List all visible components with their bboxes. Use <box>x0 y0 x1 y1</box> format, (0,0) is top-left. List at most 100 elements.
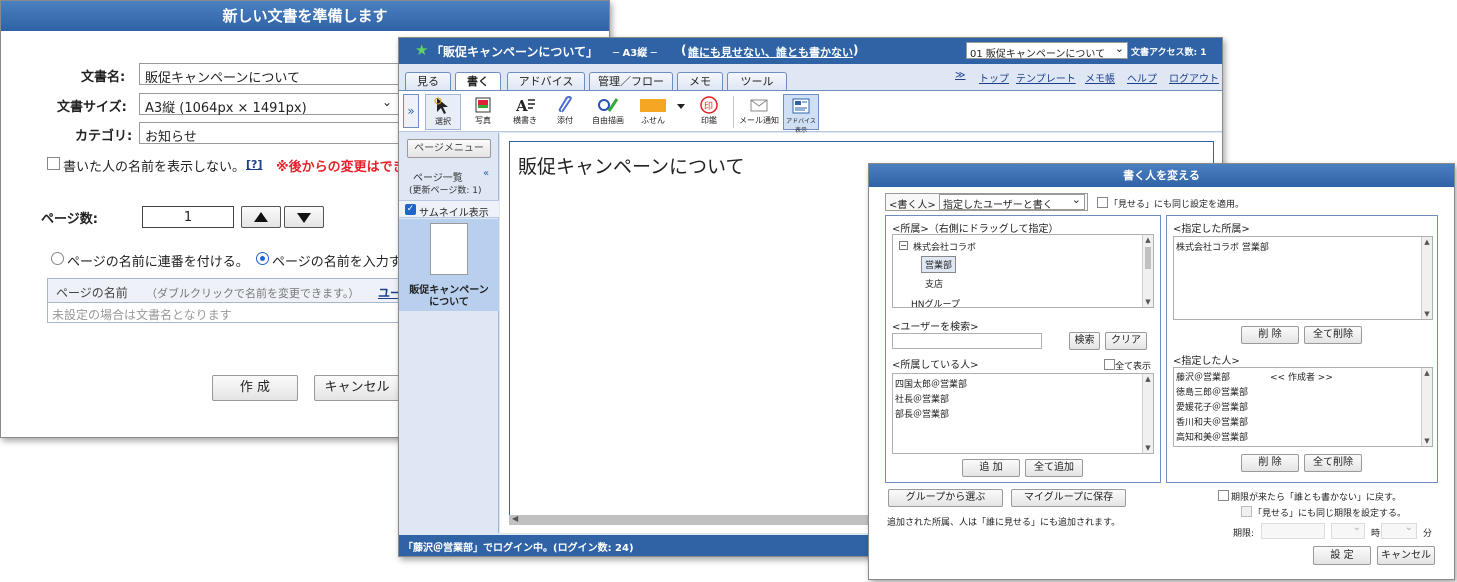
deadline-minute-select[interactable]: ⌄ <box>1381 522 1417 539</box>
tree-node-sales[interactable]: 営業部 <box>921 256 957 273</box>
page-sidebar: ページメニュー « ページ一覧 (更新ページ数: 1) ✓ サムネイル表示 販促… <box>399 133 499 533</box>
deadline-date-input[interactable] <box>1261 523 1325 539</box>
nav-template-link[interactable]: テンプレート <box>1016 70 1076 85</box>
doc-switch-select[interactable]: 01 販促キャンペーンについて ⌄ <box>966 42 1128 60</box>
selected-person-item[interactable]: 香川和夫＠営業部 <box>1176 415 1248 428</box>
help-link[interactable]: [?] <box>246 158 262 171</box>
collapse-toolbar-button[interactable]: » <box>403 94 419 128</box>
tool-stamp[interactable]: 印 印鑑 <box>691 94 727 130</box>
tab-memo[interactable]: メモ <box>677 72 723 90</box>
writer-select[interactable]: 指定したユーザーと書く ⌄ <box>939 193 1085 211</box>
tool-photo[interactable]: 写真 <box>465 94 501 130</box>
radio-input[interactable] <box>256 252 269 265</box>
tool-mail-notify-label: メール通知 <box>739 116 779 125</box>
same-setting-checkbox[interactable] <box>1097 197 1108 208</box>
tree-collapse-icon[interactable]: − <box>899 241 908 250</box>
user-search-input[interactable] <box>892 333 1042 349</box>
tab-advice[interactable]: アドバイス <box>507 72 585 90</box>
tool-select[interactable]: 選択 <box>425 94 461 130</box>
page-thumbnail-item[interactable]: 販促キャンペーン について <box>399 219 499 311</box>
nav-help-link[interactable]: ヘルプ <box>1127 70 1157 85</box>
tool-horizontal-text[interactable]: A 横書き <box>507 94 543 130</box>
radio-serial[interactable] <box>51 252 64 265</box>
cancel-button[interactable]: キャンセル <box>314 375 400 401</box>
dept-tree-scrollbar[interactable]: ▲ ▼ <box>1142 235 1153 307</box>
tool-advice-display[interactable]: アドバイス表示 <box>783 94 819 134</box>
show-all-checkbox[interactable] <box>1104 359 1115 370</box>
tree-node-company[interactable]: 株式会社コラボ <box>913 240 976 253</box>
tree-node-branch[interactable]: 支店 <box>925 277 943 290</box>
scroll-left-icon[interactable]: ◀ <box>512 514 518 523</box>
doc-name-input[interactable]: 販促キャンペーンについて <box>139 63 439 86</box>
create-button[interactable]: 作 成 <box>212 375 298 401</box>
selected-person-item[interactable]: 愛媛花子＠営業部 <box>1176 400 1248 413</box>
editor-doc-size: ─ A3縦 ─ <box>613 48 657 59</box>
thumbnail-checkbox[interactable]: ✓ <box>405 204 416 215</box>
selected-dept-list[interactable]: 株式会社コラボ 営業部 ▲ ▼ <box>1173 236 1433 320</box>
login-status: 「藤沢＠営業部」でログイン中。(ログイン数: 24) <box>403 543 634 554</box>
category-select[interactable]: お知らせ <box>139 122 439 145</box>
tool-mail-notify[interactable]: メール通知 <box>739 94 779 130</box>
tool-sticky[interactable]: ふせん <box>633 94 673 130</box>
selected-people-scrollbar[interactable]: ▲ ▼ <box>1421 368 1432 446</box>
hide-author-checkbox[interactable] <box>47 157 60 170</box>
delete-all-dept-button[interactable]: 全て削除 <box>1304 326 1362 344</box>
mail-icon <box>750 99 768 112</box>
tree-node-hn-group[interactable]: HNグループ <box>911 297 960 307</box>
page-up-button[interactable] <box>241 206 281 228</box>
thumbnail-toggle[interactable]: ✓ サムネイル表示 <box>399 200 499 219</box>
search-button[interactable]: 検索 <box>1069 332 1100 350</box>
access-setting-link[interactable]: 誰にも見せない、誰とも書かない <box>688 44 853 60</box>
page-name-placeholder[interactable]: 未設定の場合は文書名となります <box>52 306 232 323</box>
expire-revert-checkbox[interactable] <box>1218 490 1229 501</box>
doc-size-select[interactable]: A3縦 (1064px × 1491px) ⌄ <box>139 93 399 116</box>
selected-person-item[interactable]: 藤沢＠営業部 <box>1176 370 1230 383</box>
chevron-down-icon: ⌄ <box>381 95 392 109</box>
collapse-sidebar-icon[interactable]: « <box>483 168 489 179</box>
toolbar-divider <box>733 96 734 128</box>
editor-doc-title: 「販促キャンペーンについて」 <box>431 45 599 59</box>
save-group-button[interactable]: マイグループに保存 <box>1011 489 1126 507</box>
add-button[interactable]: 追 加 <box>962 459 1020 477</box>
sticky-dropdown-icon[interactable] <box>677 104 685 109</box>
delete-all-people-button[interactable]: 全て削除 <box>1304 454 1362 472</box>
paperclip-icon <box>558 96 572 113</box>
deadline-hour-select[interactable]: ⌄ <box>1331 522 1365 539</box>
dept-tree[interactable]: − 株式会社コラボ 営業部 支店 HNグループ ▲ ▼ <box>892 234 1154 308</box>
clear-button[interactable]: クリア <box>1105 332 1147 350</box>
member-item[interactable]: 部長＠営業部 <box>895 407 949 420</box>
tab-tools[interactable]: ツール <box>727 72 787 90</box>
nav-memo-link[interactable]: メモ帳 <box>1085 70 1115 85</box>
selected-people-list[interactable]: 藤沢＠営業部 << 作成者 >> 徳島三郎＠営業部 愛媛花子＠営業部 香川和夫＠… <box>1173 367 1433 447</box>
tab-view[interactable]: 見る <box>405 72 451 90</box>
tool-freehand[interactable]: 自由描画 <box>587 94 629 130</box>
delete-dept-button[interactable]: 削 除 <box>1241 326 1299 344</box>
expire-same-checkbox[interactable] <box>1241 506 1252 517</box>
document-content-text[interactable]: 販促キャンペーンについて <box>518 152 744 179</box>
group-select-button[interactable]: グループから選ぶ <box>888 489 1003 507</box>
selected-dept-scrollbar[interactable]: ▲ ▼ <box>1421 237 1432 319</box>
delete-person-button[interactable]: 削 除 <box>1241 454 1299 472</box>
page-menu-button[interactable]: ページメニュー <box>407 139 491 158</box>
tool-attach[interactable]: 添付 <box>547 94 583 130</box>
writers-cancel-button[interactable]: キャンセル <box>1377 546 1435 565</box>
member-item[interactable]: 四国太郎＠営業部 <box>895 377 967 390</box>
members-scrollbar[interactable]: ▲ ▼ <box>1142 374 1153 453</box>
pages-input[interactable]: 1 <box>142 206 234 228</box>
photo-icon <box>475 97 491 113</box>
page-down-button[interactable] <box>284 206 324 228</box>
selected-dept-item[interactable]: 株式会社コラボ 営業部 <box>1176 240 1269 253</box>
member-item[interactable]: 社長＠営業部 <box>895 392 949 405</box>
selected-person-item[interactable]: 高知和美＠営業部 <box>1176 430 1248 443</box>
canvas-hscrollbar[interactable] <box>509 515 869 525</box>
members-list[interactable]: 四国太郎＠営業部 社長＠営業部 部長＠営業部 ▲ ▼ <box>892 373 1154 454</box>
selected-person-item[interactable]: 徳島三郎＠営業部 <box>1176 385 1248 398</box>
nav-logout-link[interactable]: ログアウト <box>1169 70 1219 85</box>
add-all-button[interactable]: 全て追加 <box>1025 459 1083 477</box>
tab-manage-flow[interactable]: 管理／フロー <box>589 72 673 90</box>
creator-tag: << 作成者 >> <box>1270 373 1333 383</box>
nav-top-link[interactable]: トップ <box>979 70 1009 85</box>
radio-input-label: ページの名前を入力す <box>272 255 402 270</box>
apply-button[interactable]: 設 定 <box>1313 546 1371 565</box>
tab-write[interactable]: 書く <box>455 72 501 91</box>
